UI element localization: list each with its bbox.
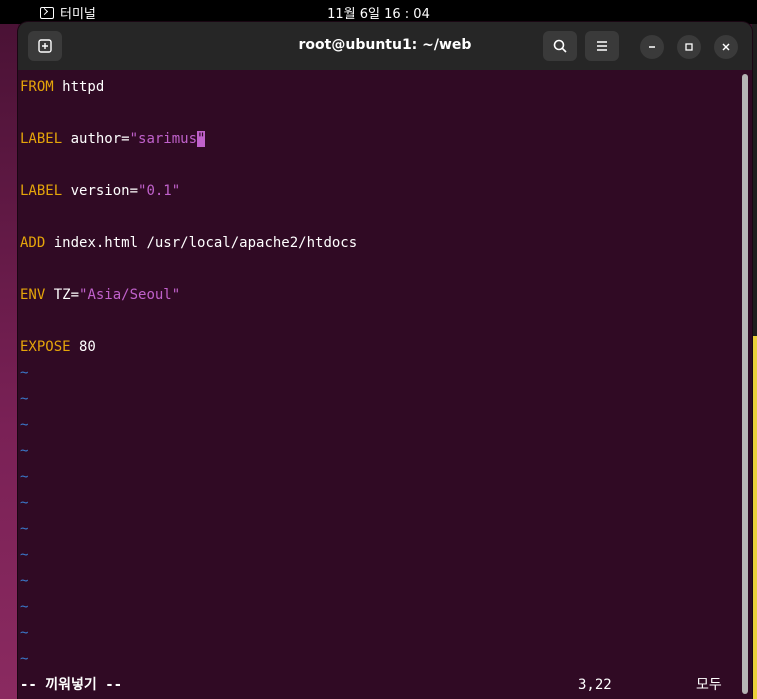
tilde-line: ~ (20, 417, 29, 433)
string-literal: "sarimus (129, 131, 198, 147)
code-text: index.html /usr/local/apache2/htdocs (45, 235, 358, 251)
hamburger-menu-icon (597, 41, 607, 51)
maximize-button[interactable] (677, 35, 701, 59)
keyword: ENV (20, 287, 46, 303)
terminal-window: root@ubuntu1: ~/web FROM httpd LABEL aut… (18, 22, 752, 699)
search-button[interactable] (543, 31, 577, 61)
tilde-line: ~ (20, 625, 29, 641)
tilde-line: ~ (20, 521, 29, 537)
search-icon (553, 39, 567, 53)
minimize-button[interactable] (640, 35, 664, 59)
tilde-line: ~ (20, 443, 29, 459)
close-button[interactable] (714, 35, 738, 59)
code-line: ADD index.html /usr/local/apache2/htdocs (20, 234, 357, 252)
close-icon (722, 43, 730, 51)
code-text: version= (62, 183, 139, 199)
code-text: 80 (70, 339, 96, 355)
menu-button[interactable] (585, 31, 619, 61)
code-line: EXPOSE 80 (20, 338, 96, 356)
scroll-indicator: 모두 (696, 677, 722, 693)
code-line: LABEL author="sarimus" (20, 130, 206, 148)
scrollbar[interactable] (742, 74, 748, 694)
cursor-position: 3,22 (578, 677, 612, 693)
keyword: LABEL (20, 183, 63, 199)
string-literal: "Asia/Seoul" (79, 287, 181, 303)
keyword: FROM (20, 79, 54, 95)
desktop-background-left (0, 24, 18, 699)
minimize-icon (649, 46, 655, 48)
tilde-line: ~ (20, 391, 29, 407)
tilde-line: ~ (20, 547, 29, 563)
keyword: EXPOSE (20, 339, 71, 355)
code-text: TZ= (45, 287, 80, 303)
vim-status-line: -- 끼워넣기 -- 3,22 모두 (20, 675, 740, 695)
tilde-line: ~ (20, 495, 29, 511)
background-window-edge (752, 336, 757, 699)
system-top-bar: 터미널 11월 6일 16 : 04 (0, 0, 757, 24)
mode-indicator: -- 끼워넣기 -- (20, 677, 123, 693)
title-bar[interactable]: root@ubuntu1: ~/web (18, 22, 752, 70)
string-literal: "0.1" (138, 183, 181, 199)
clock[interactable]: 11월 6일 16 : 04 (0, 3, 757, 22)
tilde-line: ~ (20, 599, 29, 615)
tilde-line: ~ (20, 573, 29, 589)
text-cursor: " (197, 131, 206, 147)
maximize-icon (685, 43, 693, 51)
code-line: FROM httpd (20, 78, 104, 96)
code-line: LABEL version="0.1" (20, 182, 180, 200)
tilde-line: ~ (20, 365, 29, 381)
keyword: ADD (20, 235, 46, 251)
code-text: author= (62, 131, 130, 147)
tilde-line: ~ (20, 469, 29, 485)
desktop-background-right (752, 24, 757, 699)
vim-editor[interactable]: FROM httpd LABEL author="sarimus" LABEL … (18, 70, 752, 699)
keyword: LABEL (20, 131, 63, 147)
code-line: ENV TZ="Asia/Seoul" (20, 286, 180, 304)
tilde-line: ~ (20, 651, 29, 667)
code-text: httpd (53, 79, 105, 95)
